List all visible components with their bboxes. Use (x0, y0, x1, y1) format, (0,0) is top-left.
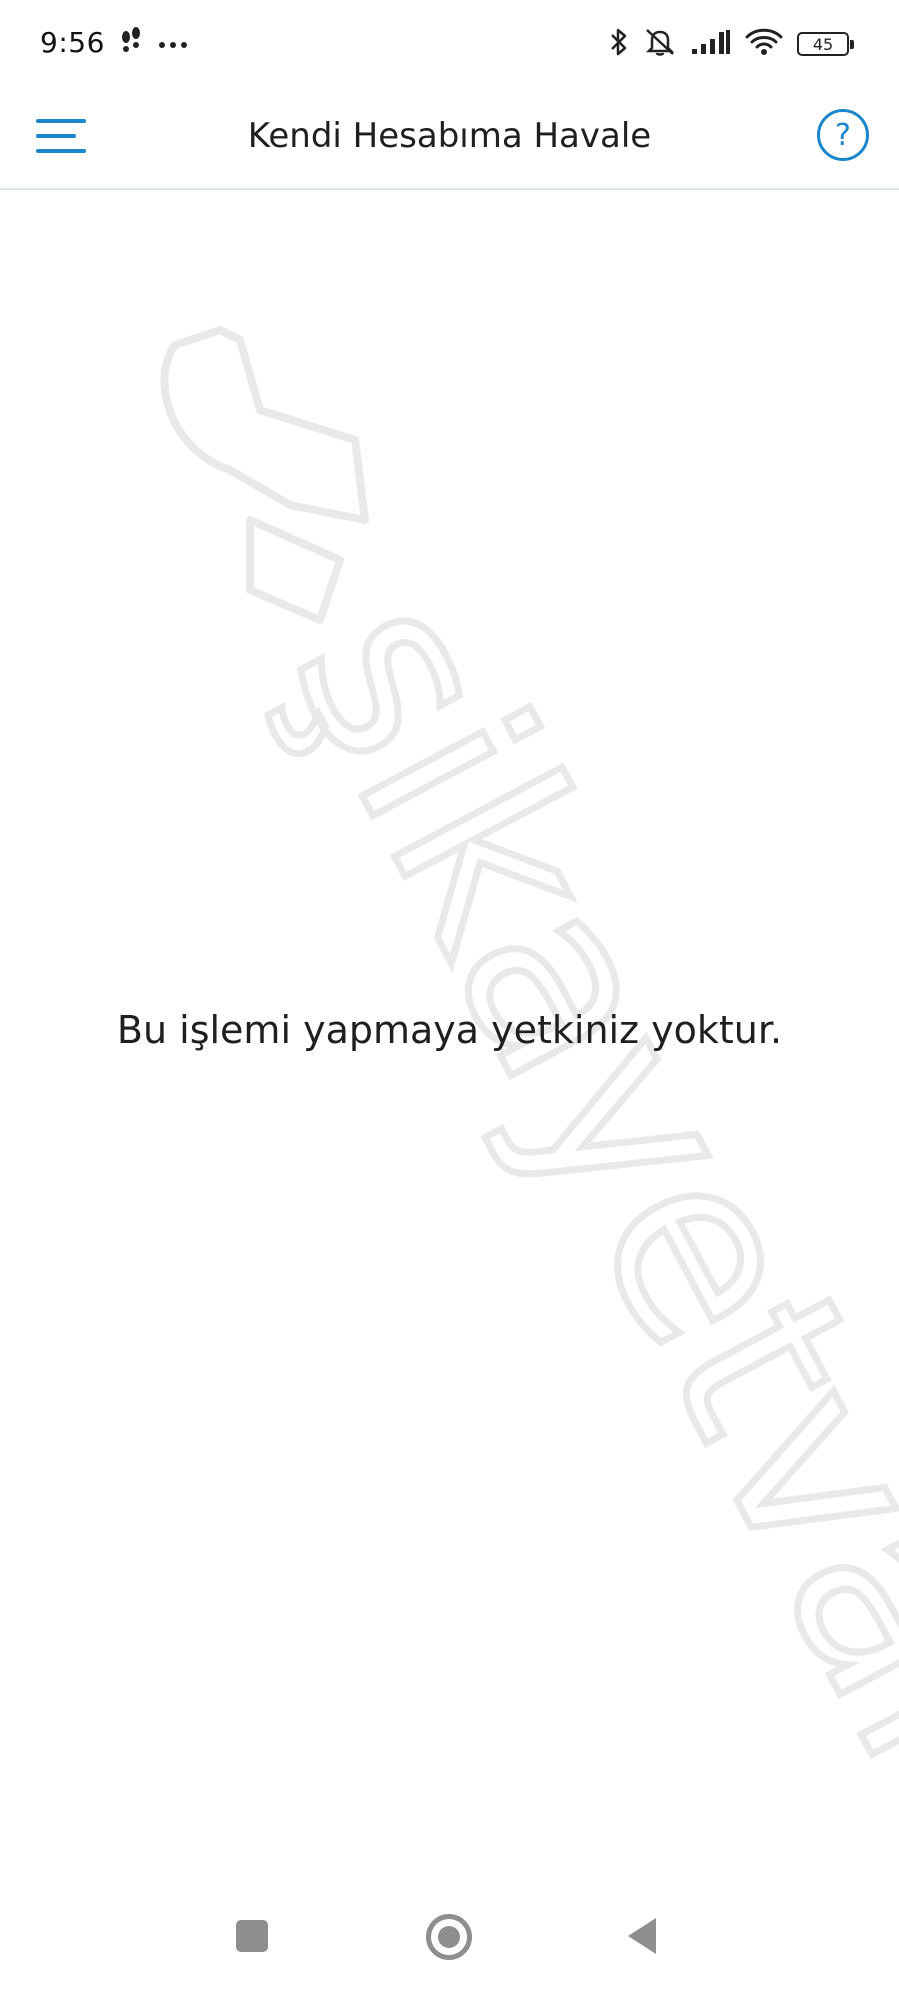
more-dots-icon (158, 35, 188, 54)
back-icon[interactable] (628, 1918, 656, 1954)
status-left-icons (118, 26, 188, 62)
status-bar: 9:56 45 (0, 0, 899, 90)
home-icon[interactable] (426, 1914, 472, 1960)
recents-icon[interactable] (236, 1920, 268, 1952)
app-header: Kendi Hesabıma Havale ? (0, 90, 899, 190)
nav-bar (0, 1890, 899, 2000)
signal-icon (691, 29, 731, 59)
watermark-text: şikayetvar (238, 551, 899, 1833)
wifi-icon (745, 27, 783, 61)
page-title: Kendi Hesabıma Havale (247, 116, 652, 156)
bluetooth-icon (609, 26, 629, 62)
battery-level: 45 (812, 34, 834, 54)
walking-icon (118, 27, 144, 61)
status-right-icons: 45 (609, 26, 854, 62)
help-button[interactable]: ? (817, 109, 869, 161)
status-time: 9:56 (40, 26, 105, 59)
battery-icon: 45 (797, 32, 854, 56)
screen: 9:56 45 Kendi Hesabıma Havale ? şikayetv… (0, 0, 899, 2000)
watermark: şikayetvar (160, 326, 899, 1837)
muted-bell-icon (643, 26, 677, 62)
permission-message: Bu işlemi yapmaya yetkiniz yoktur. (116, 1008, 783, 1052)
